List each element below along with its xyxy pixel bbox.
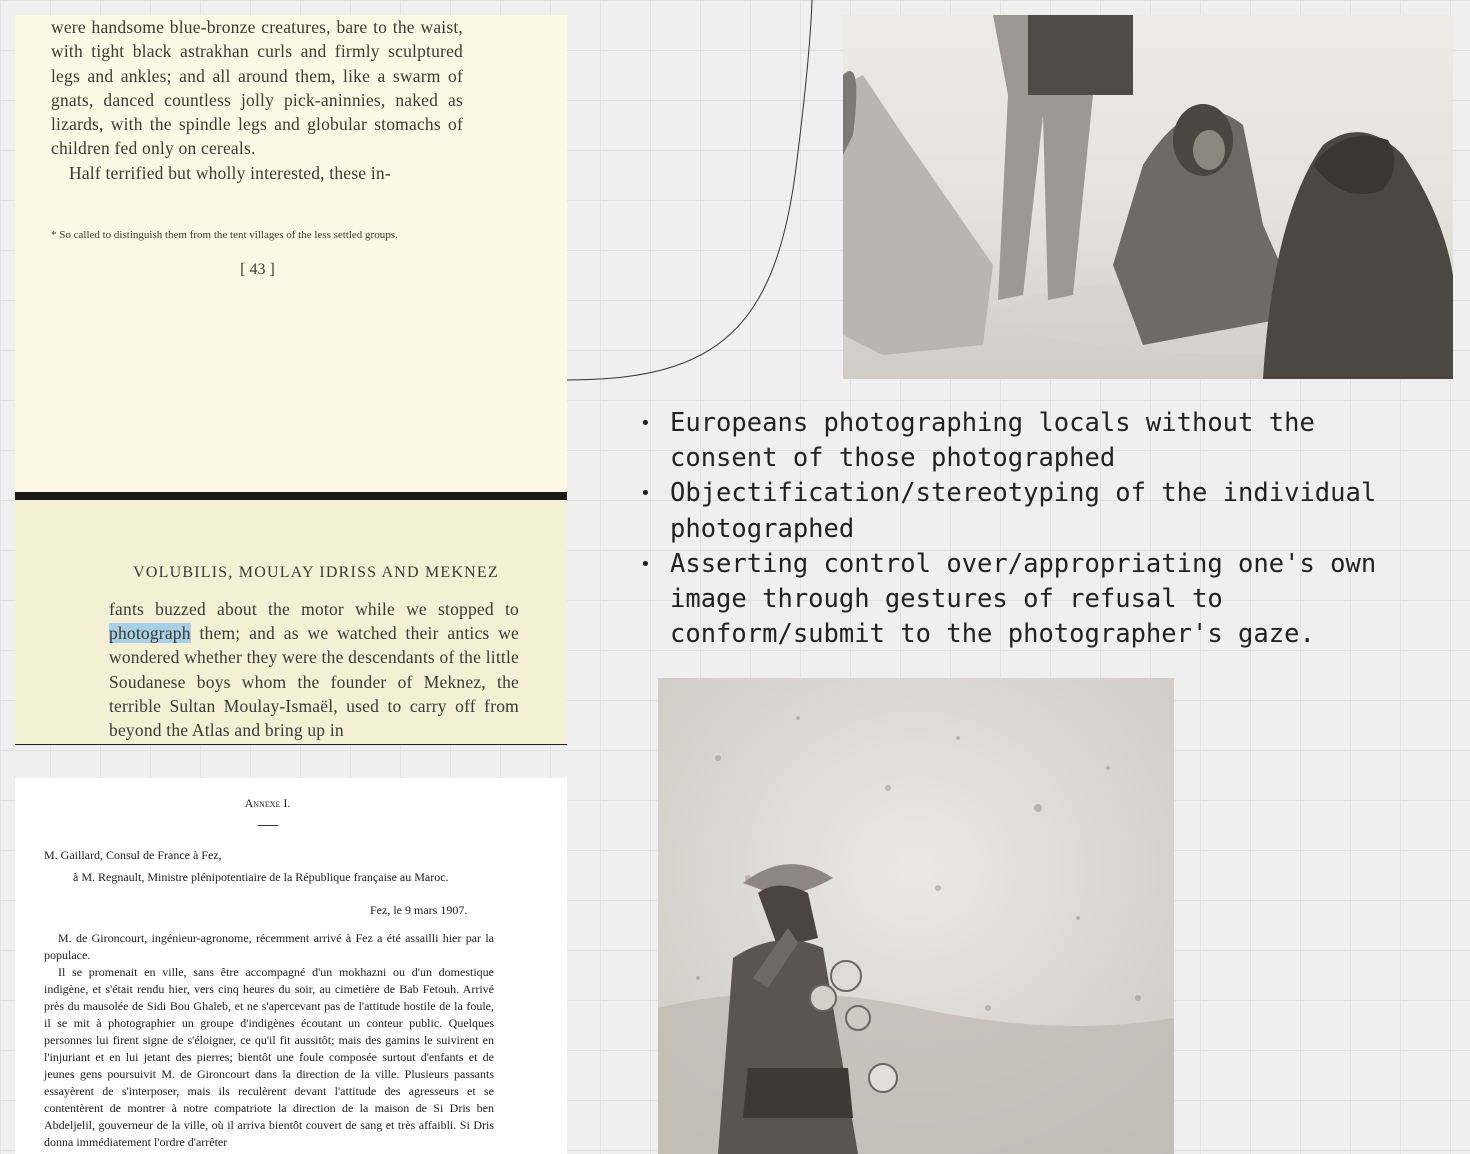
book-page-bottom-card[interactable]: VOLUBILIS, MOULAY IDRISS AND MEKNEZ fant… [15,500,567,745]
bullet-list: Europeans photographing locals without t… [640,406,1420,652]
beach-photo-image [843,15,1453,379]
bullet-item: Asserting control over/appropriating one… [640,547,1420,653]
annex-to-line: à M. Regnault, Ministre plénipotentiaire… [73,870,449,884]
book-paragraph: were handsome blue-bronze creatures, bar… [51,17,463,159]
wall-photograph[interactable] [658,678,1174,1154]
running-head: VOLUBILIS, MOULAY IDRISS AND MEKNEZ [133,564,499,581]
page-divider [15,492,567,500]
book-page-bottom-text: fants buzzed about the motor while we st… [109,597,519,742]
book-footnote: * So called to distinguish them from the… [51,229,398,241]
book-page-top-text: were handsome blue-bronze creatures, bar… [51,15,463,185]
text-segment: fants buzzed about the motor while we st… [109,599,519,619]
annex-paragraph: M. de Gironcourt, ingénieur-agronome, ré… [44,931,494,962]
annex-body: M. de Gironcourt, ingénieur-agronome, ré… [44,930,494,1151]
annex-title: Annexe I. [244,796,291,810]
connector-line[interactable] [567,0,827,382]
book-paragraph: Half terrified but wholly interested, th… [69,162,391,183]
annex-document-card[interactable]: Annexe I. M. Gaillard, Consul de France … [15,778,567,1154]
highlighted-word[interactable]: photograph [109,623,191,644]
annex-rule [258,825,278,826]
annex-date: Fez, le 9 mars 1907. [370,903,468,917]
beach-photograph[interactable] [843,15,1453,379]
annex-from-line: M. Gaillard, Consul de France à Fez, [44,848,222,862]
annex-paragraph: Il se promenait en ville, sans être acco… [44,965,494,1149]
bullet-item: Objectification/stereotyping of the indi… [640,476,1420,546]
page-number: [ 43 ] [240,261,275,278]
wall-photo-image [658,678,1174,1154]
bullet-item: Europeans photographing locals without t… [640,406,1420,476]
book-page-top-card[interactable]: were handsome blue-bronze creatures, bar… [15,15,567,492]
